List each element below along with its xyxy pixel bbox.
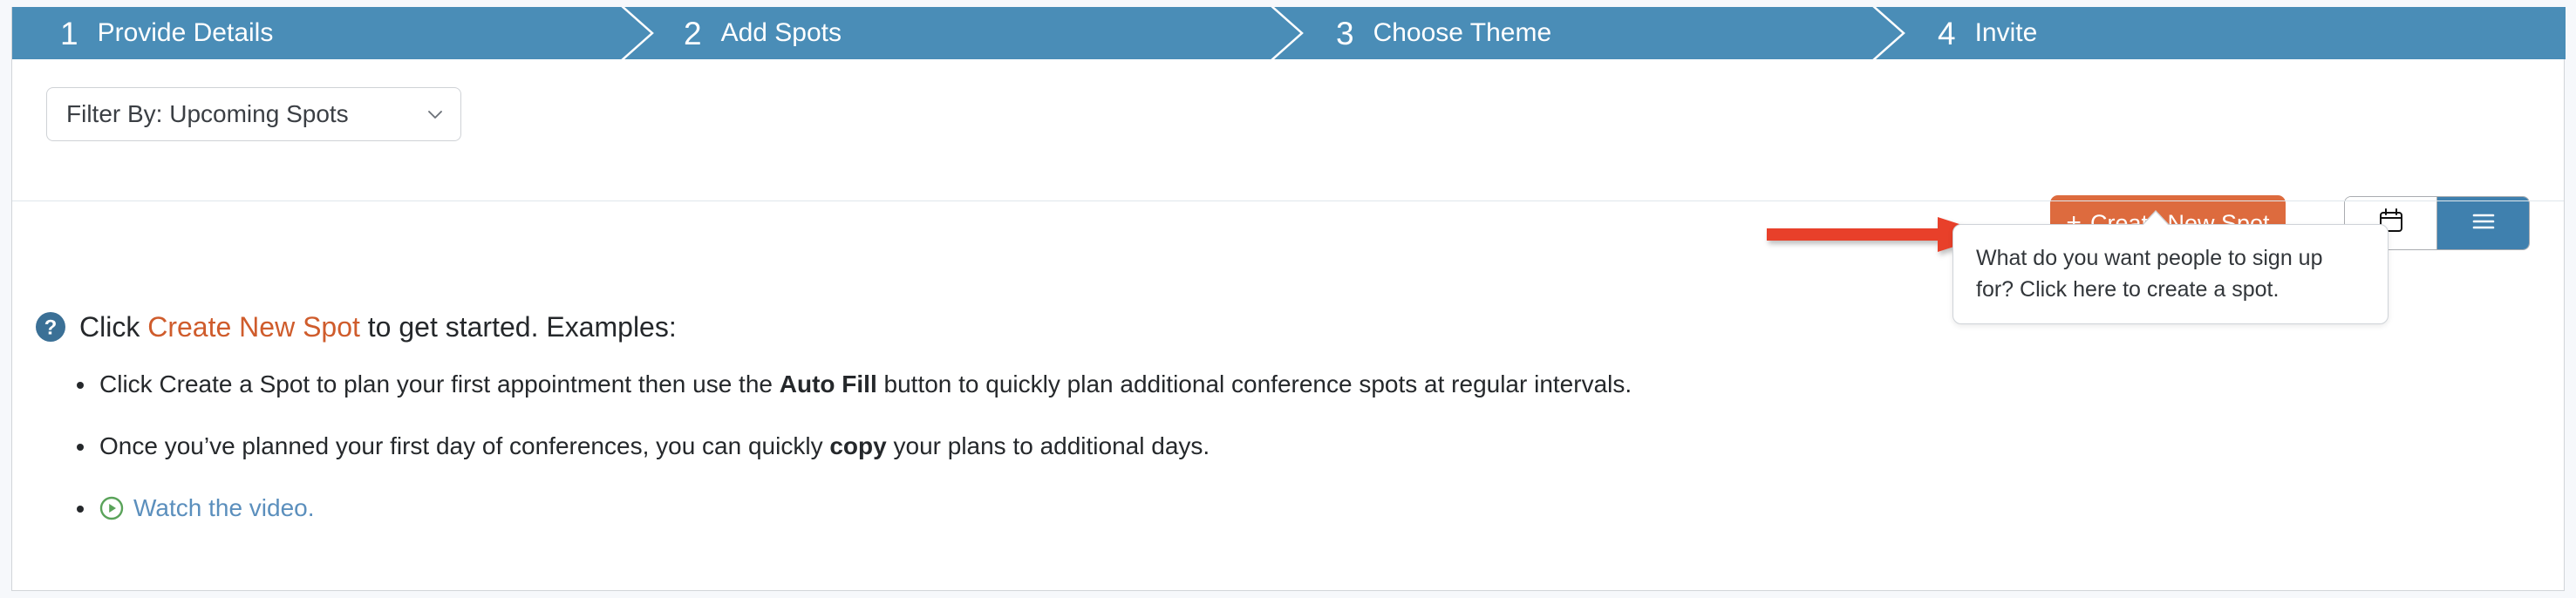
wizard-step-3-label: Choose Theme <box>1373 18 1552 47</box>
wizard-step-4[interactable]: 4 Invite <box>1938 7 2037 59</box>
bullet-2-part-3: your plans to additional days. <box>886 432 1210 459</box>
create-new-spot-link[interactable]: Create New Spot <box>147 311 360 343</box>
wizard-step-2[interactable]: 2 Add Spots <box>684 7 842 59</box>
question-mark-icon[interactable]: ? <box>34 310 67 343</box>
wizard-chevron-2 <box>1264 7 1316 59</box>
intro-text-after: to get started. Examples: <box>359 311 677 343</box>
wizard-step-4-number: 4 <box>1938 15 1956 51</box>
bullet-1-part-2: Auto Fill <box>779 370 877 398</box>
app-panel: 1 Provide Details 2 Add Spots 3 Choose T… <box>11 7 2566 591</box>
watch-video-row[interactable]: Watch the video. <box>99 496 315 520</box>
list-item: Once you’ve planned your first day of co… <box>76 432 1632 459</box>
intro-text-before: Click <box>79 311 148 343</box>
list-item: Watch the video. <box>76 496 1632 525</box>
intro-text: Click Create New Spot to get started. Ex… <box>79 313 677 341</box>
wizard-step-1[interactable]: 1 Provide Details <box>60 7 273 59</box>
wizard-step-1-label: Provide Details <box>97 18 274 47</box>
wizard-step-3-number: 3 <box>1336 15 1354 51</box>
examples-list: Click Create a Spot to plan your first a… <box>63 372 1632 562</box>
list-icon <box>2469 207 2498 241</box>
wizard-step-3[interactable]: 3 Choose Theme <box>1336 7 1551 59</box>
wizard-step-4-label: Invite <box>1974 18 2038 47</box>
bullet-1-part-1: Click Create a Spot to plan your first a… <box>99 370 780 398</box>
wizard-chevron-1 <box>614 7 666 59</box>
toolbar-divider <box>12 200 2564 201</box>
filter-by-dropdown[interactable]: Filter By: Upcoming Spots <box>46 87 461 141</box>
chevron-down-icon <box>426 105 445 124</box>
tooltip-arrow <box>2142 212 2170 227</box>
create-spot-tooltip: What do you want people to sign up for? … <box>1952 210 2389 324</box>
watch-video-link[interactable]: Watch the video. <box>133 496 315 520</box>
intro-help-row: ? Click Create New Spot to get started. … <box>34 310 677 343</box>
wizard-step-2-label: Add Spots <box>720 18 842 47</box>
list-view-button[interactable] <box>2436 197 2529 249</box>
tooltip-text: What do you want people to sign up for? … <box>1976 246 2323 302</box>
bullet-2-part-1: Once you’ve planned your first day of co… <box>99 432 830 459</box>
wizard-step-2-number: 2 <box>684 15 702 51</box>
bullet-1-part-3: button to quickly plan additional confer… <box>876 370 1632 398</box>
filter-by-value: Filter By: Upcoming Spots <box>66 100 349 127</box>
wizard-steps: 1 Provide Details 2 Add Spots 3 Choose T… <box>12 7 2566 59</box>
list-item: Click Create a Spot to plan your first a… <box>76 370 1632 398</box>
wizard-chevron-3 <box>1865 7 1918 59</box>
svg-text:?: ? <box>44 316 58 340</box>
wizard-step-1-number: 1 <box>60 15 78 51</box>
play-circle-icon <box>99 496 124 520</box>
bullet-2-part-2: copy <box>829 432 887 459</box>
toolbar: Filter By: Upcoming Spots + Create New S… <box>12 59 2564 252</box>
